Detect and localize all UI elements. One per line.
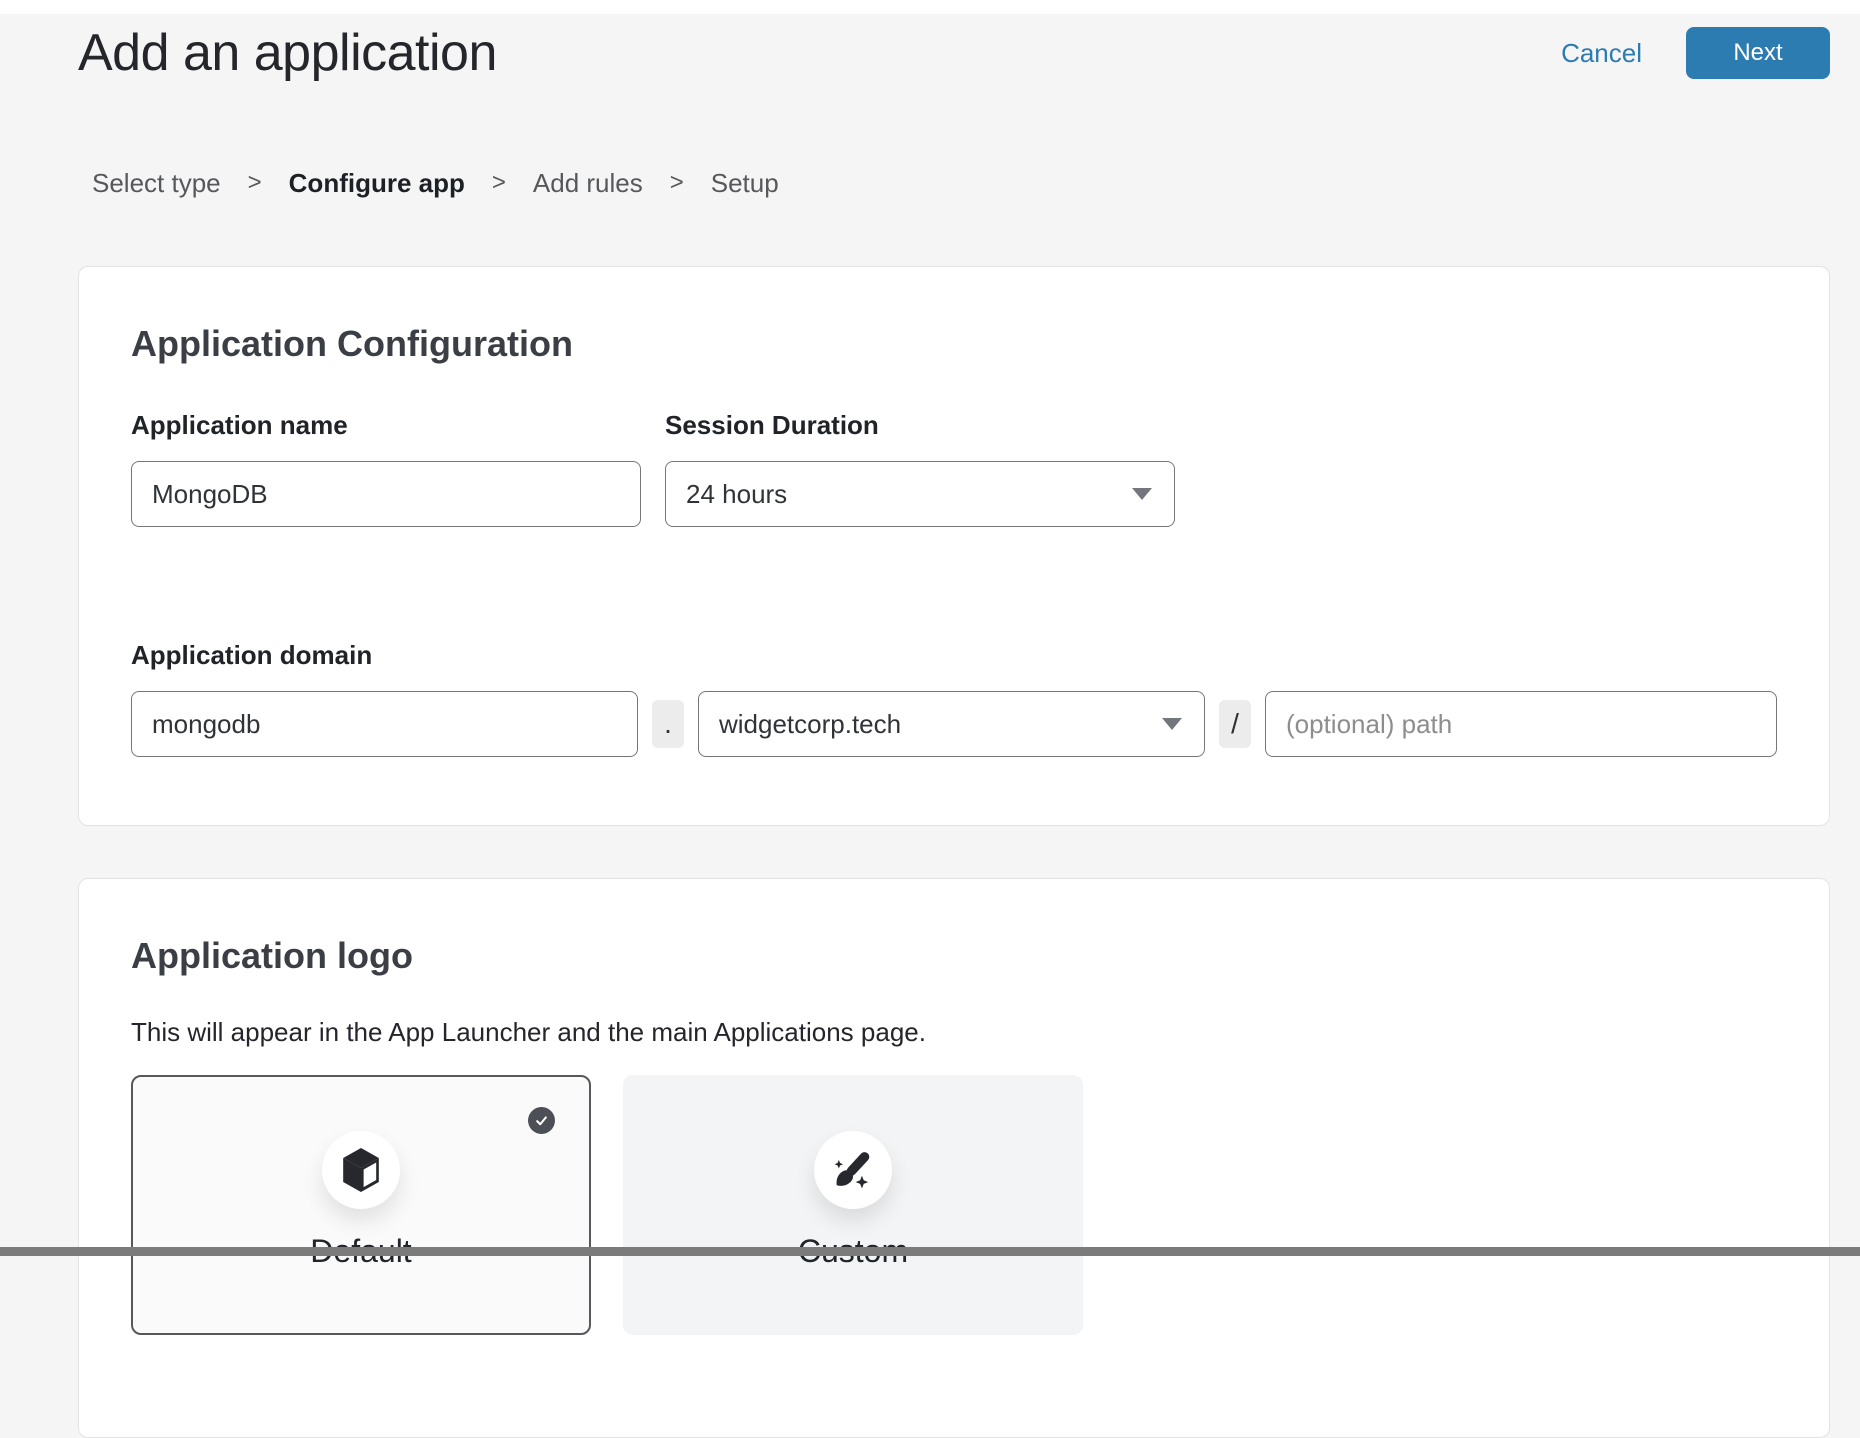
breadcrumb: Select type > Configure app > Add rules … — [92, 168, 1830, 198]
application-logo-card: Application logo This will appear in the… — [78, 878, 1830, 1438]
breadcrumb-separator: > — [248, 168, 262, 198]
default-logo-circle — [322, 1131, 400, 1209]
custom-logo-circle — [814, 1131, 892, 1209]
cube-icon — [342, 1148, 380, 1192]
configuration-heading: Application Configuration — [131, 323, 1777, 365]
slash-separator: / — [1219, 700, 1251, 748]
add-application-page: Add an application Cancel Next Select ty… — [0, 0, 1860, 1438]
session-duration-field-group: Session Duration 24 hours — [665, 409, 1175, 527]
page-header: Add an application Cancel Next — [78, 26, 1830, 80]
path-input-wrap — [1265, 691, 1777, 757]
name-duration-row: Application name Session Duration 24 hou… — [131, 409, 1777, 527]
subdomain-input[interactable] — [131, 691, 638, 757]
page-title: Add an application — [78, 26, 497, 80]
application-domain-row: . widgetcorp.tech / — [131, 691, 1777, 757]
breadcrumb-step-select-type[interactable]: Select type — [92, 168, 221, 198]
breadcrumb-step-setup[interactable]: Setup — [711, 168, 779, 198]
session-duration-label: Session Duration — [665, 409, 1175, 441]
logo-option-default[interactable]: Default — [131, 1075, 591, 1335]
application-name-field-group: Application name — [131, 409, 641, 527]
chevron-down-icon — [1132, 488, 1152, 500]
chevron-down-icon — [1162, 718, 1182, 730]
logo-description: This will appear in the App Launcher and… — [131, 1017, 1777, 1047]
path-input[interactable] — [1265, 691, 1777, 757]
paintbrush-icon — [832, 1149, 874, 1191]
session-duration-value: 24 hours — [686, 479, 787, 510]
application-configuration-card: Application Configuration Application na… — [78, 266, 1830, 826]
breadcrumb-step-add-rules[interactable]: Add rules — [533, 168, 643, 198]
session-duration-select[interactable]: 24 hours — [665, 461, 1175, 527]
cancel-button[interactable]: Cancel — [1561, 38, 1642, 69]
bottom-scrollbar[interactable] — [0, 1247, 1860, 1256]
logo-option-custom[interactable]: Custom — [623, 1075, 1083, 1335]
breadcrumb-separator: > — [670, 168, 684, 198]
logo-heading: Application logo — [131, 935, 1777, 977]
dot-separator: . — [652, 700, 684, 748]
breadcrumb-step-configure-app[interactable]: Configure app — [289, 168, 465, 198]
next-button[interactable]: Next — [1686, 27, 1830, 79]
application-name-label: Application name — [131, 409, 641, 441]
selected-check-badge — [528, 1107, 555, 1134]
check-icon — [534, 1113, 549, 1128]
breadcrumb-separator: > — [492, 168, 506, 198]
application-domain-label: Application domain — [131, 639, 1777, 671]
logo-options: Default Custom — [131, 1075, 1777, 1335]
application-name-input[interactable] — [131, 461, 641, 527]
domain-select-value: widgetcorp.tech — [719, 709, 901, 740]
domain-select[interactable]: widgetcorp.tech — [698, 691, 1205, 757]
header-actions: Cancel Next — [1561, 27, 1830, 79]
